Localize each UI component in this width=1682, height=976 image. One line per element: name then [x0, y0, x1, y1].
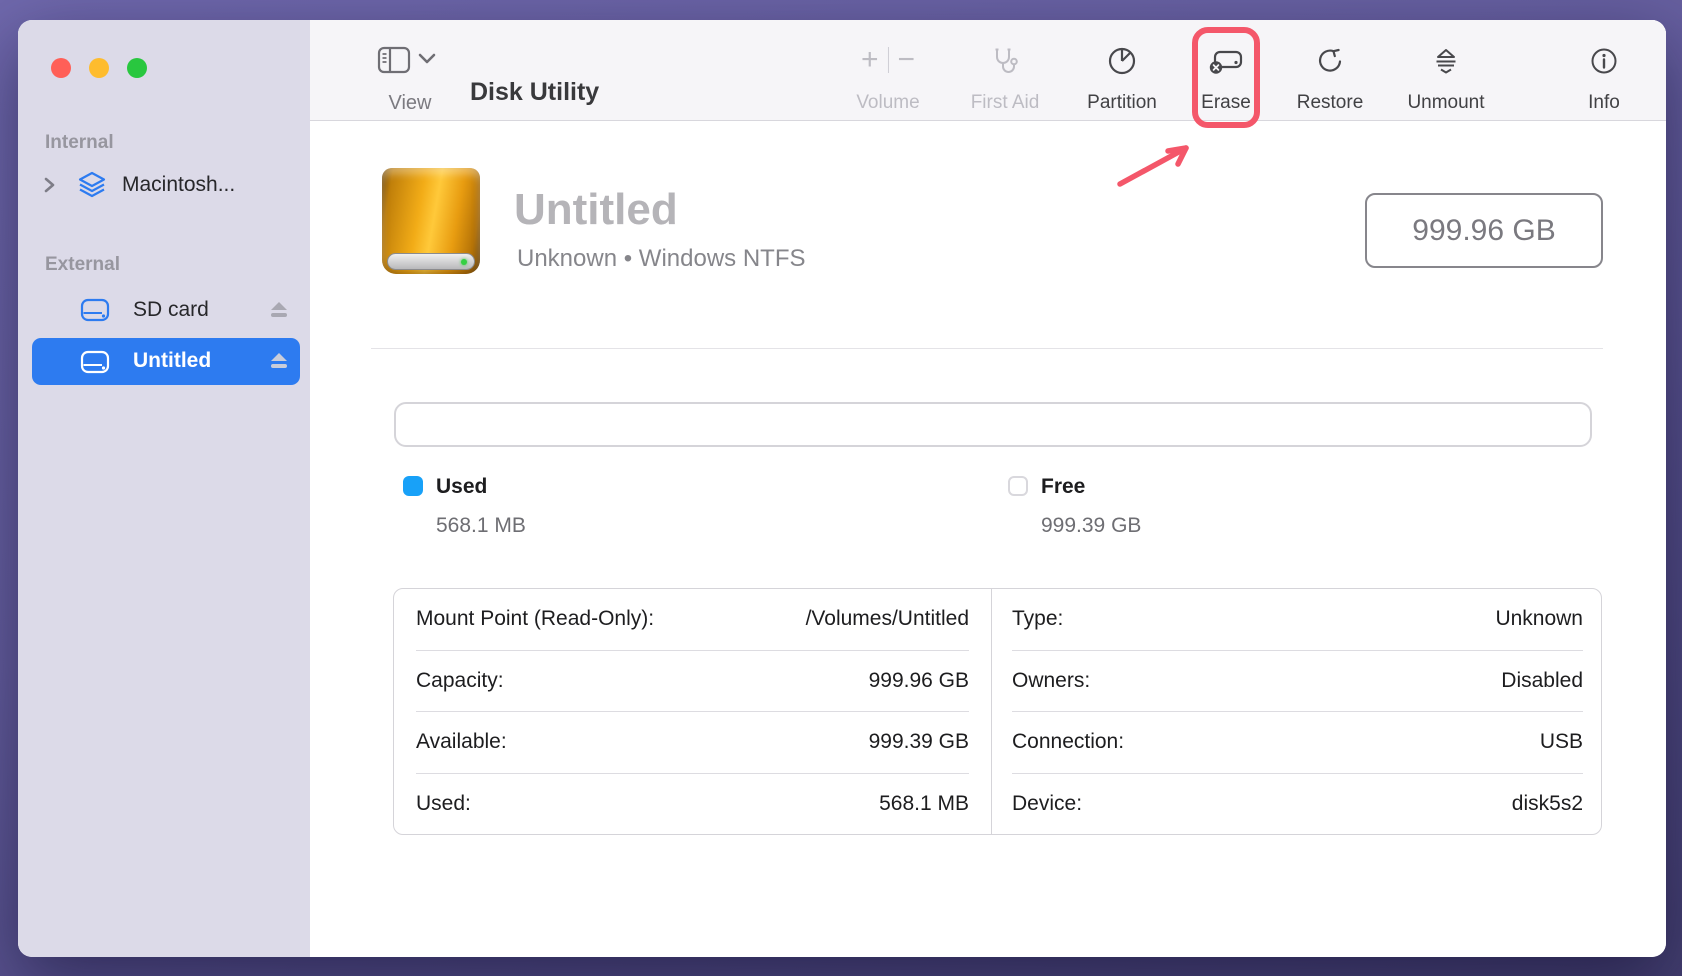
- usage-bar: [394, 402, 1592, 447]
- table-row: Type: Unknown: [1012, 589, 1583, 651]
- unmount-eject-icon: [1430, 45, 1462, 77]
- view-label: View: [370, 92, 450, 115]
- minus-icon: −: [898, 45, 916, 75]
- restore-arrow-icon: [1314, 45, 1346, 77]
- used-swatch: [403, 476, 423, 496]
- volume-add-remove-icon: +−: [861, 45, 915, 75]
- table-row: Mount Point (Read-Only): /Volumes/Untitl…: [416, 589, 969, 651]
- close-button[interactable]: [51, 58, 71, 78]
- divider: [371, 348, 1603, 349]
- plus-icon: +: [861, 45, 879, 75]
- stethoscope-icon: [989, 45, 1021, 77]
- view-button[interactable]: View: [370, 20, 450, 120]
- sidebar-item-untitled-selected[interactable]: Untitled: [32, 338, 300, 385]
- volume-subtitle: Unknown • Windows NTFS: [517, 245, 805, 273]
- volume-title: Untitled: [514, 184, 678, 236]
- details-table: Mount Point (Read-Only): /Volumes/Untitl…: [393, 588, 1602, 835]
- disclosure-chevron-icon[interactable]: [42, 175, 56, 195]
- toolbar-erase-button[interactable]: Erase: [1194, 20, 1258, 120]
- external-drive-image: [378, 168, 484, 274]
- disk-utility-window: Internal Macintosh... External: [18, 20, 1666, 957]
- sidebar-toggle-icon[interactable]: [377, 46, 411, 74]
- table-row: Used: 568.1 MB: [416, 774, 969, 835]
- table-row: Device: disk5s2: [1012, 774, 1583, 835]
- toolbar-unmount-button[interactable]: Unmount: [1396, 20, 1496, 120]
- toolbar-partition-button[interactable]: Partition: [1077, 20, 1167, 120]
- sidebar-item-label[interactable]: Untitled: [133, 349, 211, 373]
- table-row: Available: 999.39 GB: [416, 712, 969, 774]
- toolbar-restore-button[interactable]: Restore: [1285, 20, 1375, 120]
- sidebar-item-label[interactable]: SD card: [133, 298, 209, 322]
- sidebar-item-label[interactable]: Macintosh...: [122, 173, 235, 197]
- chevron-down-icon: [418, 53, 436, 65]
- capacity-badge: 999.96 GB: [1365, 193, 1603, 268]
- sidebar: Internal Macintosh... External: [18, 20, 311, 957]
- volume-stack-icon: [77, 170, 107, 200]
- pie-chart-icon: [1106, 45, 1138, 77]
- toolbar-first-aid-button: First Aid: [960, 20, 1050, 120]
- table-row: Capacity: 999.96 GB: [416, 651, 969, 713]
- annotation-arrow: [1100, 120, 1210, 200]
- minimize-button[interactable]: [89, 58, 109, 78]
- zoom-button[interactable]: [127, 58, 147, 78]
- toolbar-volume-button: +− Volume: [838, 20, 938, 120]
- external-drive-icon: [80, 349, 110, 375]
- window-title: Disk Utility: [470, 78, 599, 107]
- external-drive-icon: [80, 297, 110, 323]
- drive-led: [461, 259, 467, 265]
- toolbar-info-button[interactable]: Info: [1569, 20, 1639, 120]
- info-icon: [1588, 45, 1620, 77]
- main-area: View Disk Utility +− Volume: [310, 20, 1666, 957]
- erase-disk-icon: [1207, 45, 1245, 79]
- eject-icon[interactable]: [268, 301, 290, 319]
- toolbar: View Disk Utility +− Volume: [310, 20, 1666, 121]
- free-swatch: [1008, 476, 1028, 496]
- eject-icon[interactable]: [268, 352, 290, 370]
- table-row: Connection: USB: [1012, 712, 1583, 774]
- sidebar-section-internal: Internal: [45, 132, 114, 154]
- sidebar-section-external: External: [45, 254, 120, 276]
- table-row: Owners: Disabled: [1012, 651, 1583, 713]
